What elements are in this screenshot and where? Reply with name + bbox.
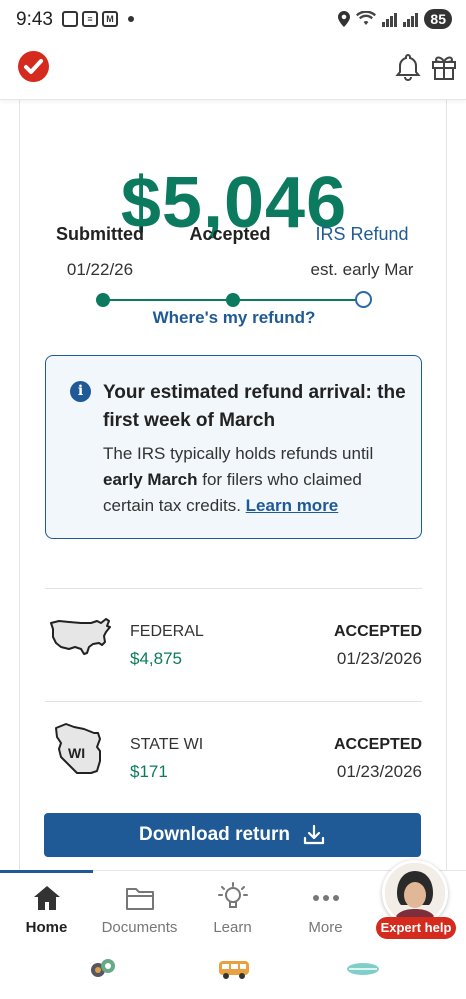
- federal-return-row[interactable]: FEDERAL $4,875 ACCEPTED 01/23/2026: [45, 615, 422, 695]
- wifi-icon: [356, 11, 377, 25]
- step-label-irs-refund: IRS Refund: [315, 224, 409, 244]
- download-return-button[interactable]: Download return: [44, 813, 421, 857]
- info-body: The IRS typically holds refunds until ea…: [103, 444, 374, 515]
- expert-help-label: Expert help: [376, 917, 456, 939]
- return-name: STATE WI: [130, 736, 204, 753]
- gift-icon[interactable]: [430, 52, 458, 82]
- more-icon: [312, 895, 339, 901]
- nav-learn[interactable]: Learn: [186, 881, 279, 936]
- nav-documents[interactable]: Documents: [93, 881, 186, 936]
- divider: [45, 701, 422, 702]
- info-title: Your estimated refund arrival: the first…: [103, 382, 406, 431]
- nav-home[interactable]: Home: [0, 881, 93, 936]
- progress-line: [103, 299, 233, 301]
- bell-icon[interactable]: [394, 52, 422, 82]
- status-bar: 9:43 ≡ M 85: [0, 0, 466, 40]
- folder-icon: [125, 888, 154, 910]
- status-time: 9:43: [16, 9, 53, 30]
- refund-status-card: $5,046 Submitted 01/22/26 Accepted IRS R…: [19, 100, 447, 870]
- usa-map-icon: [50, 618, 111, 655]
- return-status: ACCEPTED: [333, 623, 422, 640]
- battery-indicator: 85: [424, 9, 452, 29]
- wisconsin-map-icon: WI: [55, 723, 101, 774]
- message-icon: ≡: [82, 11, 98, 27]
- divider: [45, 588, 422, 589]
- step-date-submitted: 01/22/26: [66, 260, 134, 279]
- progress-step-complete: [96, 293, 110, 307]
- return-date: 01/23/2026: [336, 762, 422, 781]
- expert-portrait-icon: [385, 863, 445, 923]
- return-name: FEDERAL: [130, 623, 204, 640]
- lightbulb-icon: [217, 882, 248, 908]
- signal-icon: [382, 11, 398, 27]
- learn-more-link[interactable]: Learn more: [246, 496, 339, 515]
- location-icon: [338, 11, 351, 27]
- app-shortcut-icon[interactable]: [88, 956, 120, 980]
- step-label-submitted: Submitted: [56, 224, 144, 244]
- van-app-icon[interactable]: [217, 958, 251, 980]
- checkmark-icon: [24, 59, 43, 74]
- svg-text:WI: WI: [68, 745, 85, 761]
- active-tab-indicator: [0, 870, 93, 873]
- nav-more[interactable]: More: [279, 881, 372, 936]
- return-amount: $171: [130, 762, 168, 781]
- progress-step-pending: [355, 291, 372, 308]
- expert-help-button[interactable]: Expert help: [376, 860, 456, 942]
- step-date-irs-refund: est. early Mar: [310, 260, 414, 279]
- download-icon: [303, 824, 325, 845]
- signal-icon: [403, 11, 419, 27]
- screenshot-icon: [62, 11, 78, 27]
- info-icon: i: [70, 381, 91, 402]
- state-return-row[interactable]: WI STATE WI $171 ACCEPTED 01/23/2026: [45, 723, 422, 808]
- progress-line: [233, 299, 363, 301]
- turbotax-logo[interactable]: [18, 51, 49, 82]
- return-date: 01/23/2026: [336, 649, 422, 668]
- download-return-label: Download return: [139, 824, 290, 845]
- progress-step-complete: [226, 293, 240, 307]
- refund-arrival-info-box: i Your estimated refund arrival: the fir…: [45, 355, 422, 539]
- wheres-my-refund-link[interactable]: Where's my refund?: [20, 308, 448, 328]
- app-header: [0, 40, 466, 100]
- step-label-accepted: Accepted: [189, 224, 271, 244]
- surfboard-app-icon[interactable]: [346, 960, 380, 978]
- return-amount: $4,875: [130, 649, 182, 668]
- return-status: ACCEPTED: [333, 736, 422, 753]
- gmail-icon: M: [102, 11, 118, 27]
- system-app-tray: [0, 950, 466, 999]
- notification-dot-icon: [128, 16, 134, 22]
- home-icon: [33, 886, 60, 910]
